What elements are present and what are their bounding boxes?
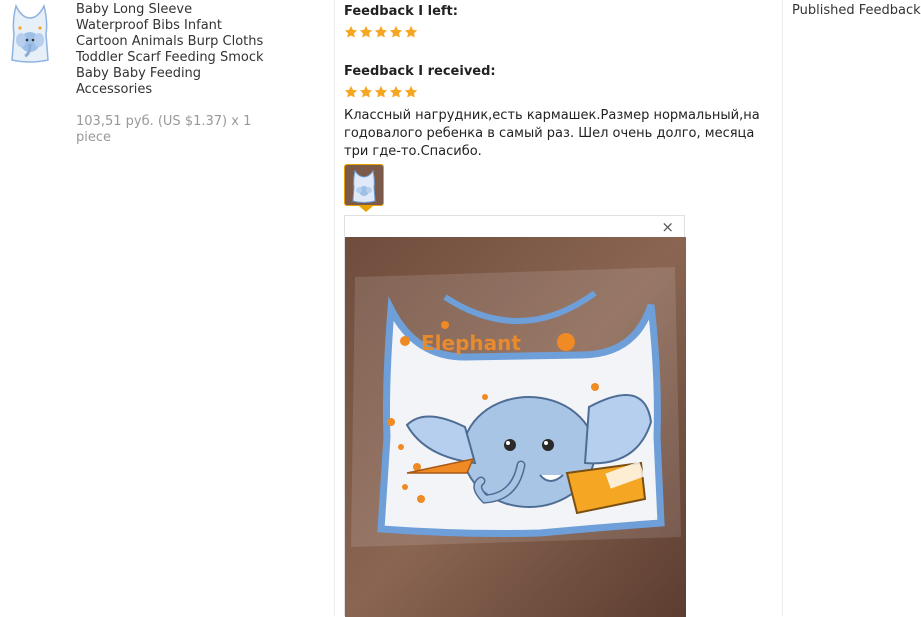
column-divider-left bbox=[334, 0, 335, 616]
review-photo: Elephant bbox=[345, 237, 686, 617]
feedback-received-rating bbox=[344, 85, 418, 101]
close-viewer-button[interactable]: × bbox=[661, 219, 674, 235]
review-photo-thumbnail[interactable] bbox=[344, 164, 384, 206]
bib-icon bbox=[11, 3, 49, 63]
photo-bib-text: Elephant bbox=[421, 331, 521, 355]
review-text: Классный нагрудник,есть кармашек.Размер … bbox=[344, 108, 760, 159]
photo-viewer: × Elephant bbox=[344, 215, 686, 617]
feedback-left-rating bbox=[344, 25, 418, 41]
star-icon bbox=[404, 25, 418, 38]
star-icon bbox=[374, 85, 388, 98]
product-title[interactable]: Baby Long Sleeve Waterproof Bibs Infant … bbox=[76, 2, 266, 98]
photo-thumbnail-image bbox=[345, 165, 383, 205]
product-thumbnail[interactable] bbox=[8, 3, 52, 64]
star-icon bbox=[404, 85, 418, 98]
feedback-received-heading: Feedback I received: bbox=[344, 64, 496, 79]
published-feedback-link[interactable]: Published Feedback bbox=[792, 3, 921, 18]
star-icon bbox=[374, 25, 388, 38]
feedback-left-heading: Feedback I left: bbox=[344, 4, 458, 19]
product-price: 103,51 руб. (US $1.37) x 1 piece bbox=[76, 114, 252, 145]
selected-photo-indicator bbox=[359, 206, 373, 212]
star-icon bbox=[344, 25, 358, 38]
star-icon bbox=[389, 85, 403, 98]
star-icon bbox=[344, 85, 358, 98]
star-icon bbox=[359, 85, 373, 98]
column-divider-right bbox=[782, 0, 783, 616]
star-icon bbox=[359, 25, 373, 38]
star-icon bbox=[389, 25, 403, 38]
